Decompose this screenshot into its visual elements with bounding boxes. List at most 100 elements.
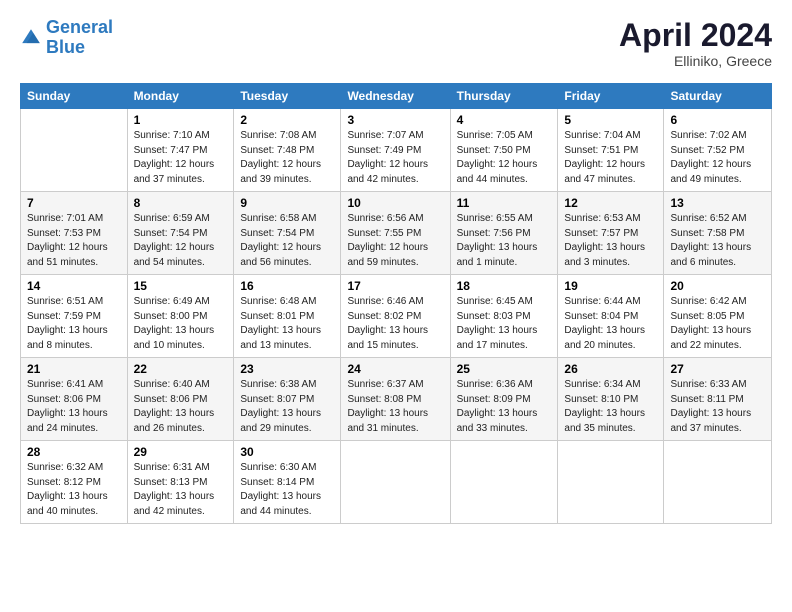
calendar-cell: 2 Sunrise: 7:08 AMSunset: 7:48 PMDaylight… (234, 109, 341, 192)
day-info: Sunrise: 6:56 AMSunset: 7:55 PMDaylight:… (347, 212, 443, 270)
day-number: 29 (134, 445, 228, 459)
calendar-cell: 23 Sunrise: 6:38 AMSunset: 8:07 PMDayligh… (234, 358, 341, 441)
day-number: 16 (240, 279, 334, 293)
calendar-cell: 18 Sunrise: 6:45 AMSunset: 8:03 PMDayligh… (450, 275, 558, 358)
calendar-cell: 30 Sunrise: 6:30 AMSunset: 8:14 PMDayligh… (234, 441, 341, 524)
day-number: 26 (564, 362, 657, 376)
day-info: Sunrise: 7:07 AMSunset: 7:49 PMDaylight:… (347, 129, 443, 187)
week-row-2: 7 Sunrise: 7:01 AMSunset: 7:53 PMDaylight… (21, 192, 772, 275)
header-row: Sunday Monday Tuesday Wednesday Thursday… (21, 84, 772, 109)
calendar-cell: 24 Sunrise: 6:37 AMSunset: 8:08 PMDayligh… (341, 358, 450, 441)
day-info: Sunrise: 6:59 AMSunset: 7:54 PMDaylight:… (134, 212, 228, 270)
day-number: 11 (457, 196, 552, 210)
calendar-cell: 4Sunrise: 7:05 AMSunset: 7:50 PMDaylight… (450, 109, 558, 192)
title-block: April 2024 Elliniko, Greece (619, 18, 772, 69)
calendar-cell: 28Sunrise: 6:32 AMSunset: 8:12 PMDayligh… (21, 441, 128, 524)
calendar-cell: 29 Sunrise: 6:31 AMSunset: 8:13 PMDayligh… (127, 441, 234, 524)
calendar-cell: 9Sunrise: 6:58 AMSunset: 7:54 PMDaylight… (234, 192, 341, 275)
day-number: 22 (134, 362, 228, 376)
day-number: 1 (134, 113, 228, 127)
calendar-cell (664, 441, 772, 524)
day-number: 10 (347, 196, 443, 210)
week-row-3: 14 Sunrise: 6:51 AMSunset: 7:59 PMDayligh… (21, 275, 772, 358)
col-monday: Monday (127, 84, 234, 109)
day-info: Sunrise: 6:51 AMSunset: 7:59 PMDaylight:… (27, 295, 121, 353)
day-number: 20 (670, 279, 765, 293)
calendar-cell: 16 Sunrise: 6:48 AMSunset: 8:01 PMDayligh… (234, 275, 341, 358)
page: General Blue April 2024 Elliniko, Greece… (0, 0, 792, 536)
day-info: Sunrise: 6:34 AMSunset: 8:10 PMDaylight:… (564, 378, 657, 436)
day-number: 24 (347, 362, 443, 376)
header: General Blue April 2024 Elliniko, Greece (20, 18, 772, 69)
day-info: Sunrise: 6:40 AMSunset: 8:06 PMDaylight:… (134, 378, 228, 436)
calendar-cell: 21 Sunrise: 6:41 AMSunset: 8:06 PMDayligh… (21, 358, 128, 441)
calendar-cell: 20 Sunrise: 6:42 AMSunset: 8:05 PMDayligh… (664, 275, 772, 358)
day-info: Sunrise: 6:31 AMSunset: 8:13 PMDaylight:… (134, 461, 228, 519)
day-info: Sunrise: 6:37 AMSunset: 8:08 PMDaylight:… (347, 378, 443, 436)
calendar-cell: 15 Sunrise: 6:49 AMSunset: 8:00 PMDayligh… (127, 275, 234, 358)
day-number: 23 (240, 362, 334, 376)
calendar-table: Sunday Monday Tuesday Wednesday Thursday… (20, 83, 772, 524)
day-info: Sunrise: 6:48 AMSunset: 8:01 PMDaylight:… (240, 295, 334, 353)
logo-icon (20, 27, 42, 49)
day-info: Sunrise: 6:38 AMSunset: 8:07 PMDaylight:… (240, 378, 334, 436)
day-info: Sunrise: 6:53 AMSunset: 7:57 PMDaylight:… (564, 212, 657, 270)
col-thursday: Thursday (450, 84, 558, 109)
day-info: Sunrise: 6:58 AMSunset: 7:54 PMDaylight:… (240, 212, 334, 270)
day-info: Sunrise: 6:30 AMSunset: 8:14 PMDaylight:… (240, 461, 334, 519)
calendar-cell: 14 Sunrise: 6:51 AMSunset: 7:59 PMDayligh… (21, 275, 128, 358)
day-number: 25 (457, 362, 552, 376)
week-row-5: 28Sunrise: 6:32 AMSunset: 8:12 PMDayligh… (21, 441, 772, 524)
col-wednesday: Wednesday (341, 84, 450, 109)
col-sunday: Sunday (21, 84, 128, 109)
location: Elliniko, Greece (619, 53, 772, 69)
day-number: 6 (670, 113, 765, 127)
day-info: Sunrise: 7:08 AMSunset: 7:48 PMDaylight:… (240, 129, 334, 187)
calendar-cell: 11Sunrise: 6:55 AMSunset: 7:56 PMDayligh… (450, 192, 558, 275)
day-info: Sunrise: 7:02 AMSunset: 7:52 PMDaylight:… (670, 129, 765, 187)
month-title: April 2024 (619, 18, 772, 53)
day-number: 30 (240, 445, 334, 459)
day-number: 15 (134, 279, 228, 293)
calendar-cell (21, 109, 128, 192)
week-row-1: 1Sunrise: 7:10 AMSunset: 7:47 PMDaylight… (21, 109, 772, 192)
day-number: 18 (457, 279, 552, 293)
day-info: Sunrise: 6:45 AMSunset: 8:03 PMDaylight:… (457, 295, 552, 353)
calendar-cell: 19Sunrise: 6:44 AMSunset: 8:04 PMDayligh… (558, 275, 664, 358)
calendar-cell: 13 Sunrise: 6:52 AMSunset: 7:58 PMDayligh… (664, 192, 772, 275)
day-number: 28 (27, 445, 121, 459)
col-tuesday: Tuesday (234, 84, 341, 109)
day-info: Sunrise: 7:01 AMSunset: 7:53 PMDaylight:… (27, 212, 121, 270)
day-number: 8 (134, 196, 228, 210)
col-friday: Friday (558, 84, 664, 109)
logo: General Blue (20, 18, 113, 58)
day-number: 17 (347, 279, 443, 293)
day-number: 7 (27, 196, 121, 210)
day-number: 21 (27, 362, 121, 376)
calendar-cell (341, 441, 450, 524)
day-info: Sunrise: 6:49 AMSunset: 8:00 PMDaylight:… (134, 295, 228, 353)
day-number: 3 (347, 113, 443, 127)
day-number: 27 (670, 362, 765, 376)
day-info: Sunrise: 6:41 AMSunset: 8:06 PMDaylight:… (27, 378, 121, 436)
day-info: Sunrise: 6:46 AMSunset: 8:02 PMDaylight:… (347, 295, 443, 353)
calendar-cell: 26 Sunrise: 6:34 AMSunset: 8:10 PMDayligh… (558, 358, 664, 441)
day-number: 2 (240, 113, 334, 127)
calendar-cell: 17 Sunrise: 6:46 AMSunset: 8:02 PMDayligh… (341, 275, 450, 358)
calendar-cell: 8 Sunrise: 6:59 AMSunset: 7:54 PMDaylight… (127, 192, 234, 275)
calendar-cell (450, 441, 558, 524)
day-info: Sunrise: 6:42 AMSunset: 8:05 PMDaylight:… (670, 295, 765, 353)
day-number: 13 (670, 196, 765, 210)
day-number: 14 (27, 279, 121, 293)
col-saturday: Saturday (664, 84, 772, 109)
day-info: Sunrise: 7:04 AMSunset: 7:51 PMDaylight:… (564, 129, 657, 187)
calendar-cell: 27Sunrise: 6:33 AMSunset: 8:11 PMDayligh… (664, 358, 772, 441)
week-row-4: 21 Sunrise: 6:41 AMSunset: 8:06 PMDayligh… (21, 358, 772, 441)
day-info: Sunrise: 6:36 AMSunset: 8:09 PMDaylight:… (457, 378, 552, 436)
day-info: Sunrise: 6:52 AMSunset: 7:58 PMDaylight:… (670, 212, 765, 270)
calendar-cell: 1Sunrise: 7:10 AMSunset: 7:47 PMDaylight… (127, 109, 234, 192)
day-number: 4 (457, 113, 552, 127)
day-number: 5 (564, 113, 657, 127)
calendar-cell (558, 441, 664, 524)
calendar-cell: 6 Sunrise: 7:02 AMSunset: 7:52 PMDaylight… (664, 109, 772, 192)
